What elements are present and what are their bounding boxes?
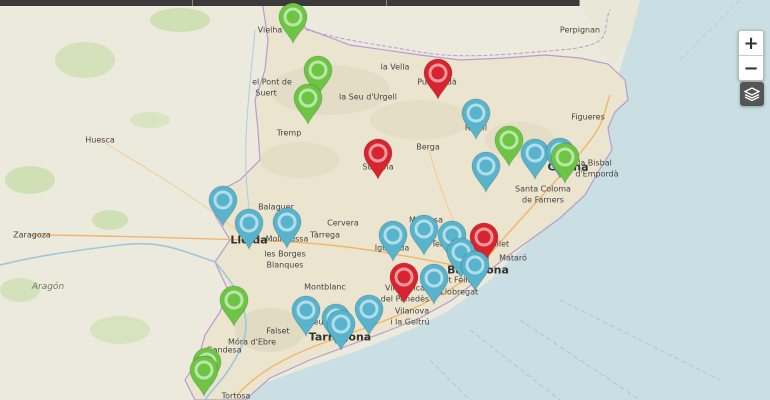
map-pin-icon [363,138,393,181]
map-pin-icon [354,294,384,337]
map-pin-icon [460,250,490,293]
map-pin-icon [291,295,321,338]
layers-button[interactable] [740,82,764,106]
map-pin-icon [234,208,264,251]
map-marker-blue[interactable] [232,206,266,251]
zoom-control: + − [738,30,764,81]
map-pin-icon [378,220,408,263]
map-pin-icon [550,142,580,185]
map-pin-icon [389,262,419,305]
map-marker-green[interactable] [217,283,251,328]
map-marker-blue[interactable] [469,149,503,194]
map-marker-blue[interactable] [459,96,493,141]
map-pin-icon [272,207,302,250]
zoom-out-button[interactable]: − [739,55,763,80]
layers-icon [744,87,760,102]
map-marker-green[interactable] [548,140,582,185]
map-pin-icon [219,285,249,328]
map-base [0,0,770,400]
map-marker-red[interactable] [387,260,421,305]
map-pin-icon [461,98,491,141]
map-marker-blue[interactable] [270,205,304,250]
map-pin-icon [423,58,453,101]
zoom-in-button[interactable]: + [739,31,763,55]
map-marker-blue[interactable] [458,248,492,293]
map-marker-red[interactable] [421,56,455,101]
map-pin-icon [471,151,501,194]
map-marker-green[interactable] [276,0,310,45]
map-marker-blue[interactable] [289,293,323,338]
map-pin-icon [419,263,449,306]
map-marker-green[interactable] [187,353,221,398]
map-marker-green[interactable] [291,81,325,126]
map-marker-blue[interactable] [376,218,410,263]
map-marker-blue[interactable] [417,261,451,306]
map-marker-red[interactable] [361,136,395,181]
map-pin-icon [278,2,308,45]
map-pin-icon [293,83,323,126]
map-container[interactable]: Vielhala VellaPuigcerdàPerpignanel Pont … [0,0,770,400]
map-pin-icon [189,355,219,398]
map-marker-blue[interactable] [352,292,386,337]
